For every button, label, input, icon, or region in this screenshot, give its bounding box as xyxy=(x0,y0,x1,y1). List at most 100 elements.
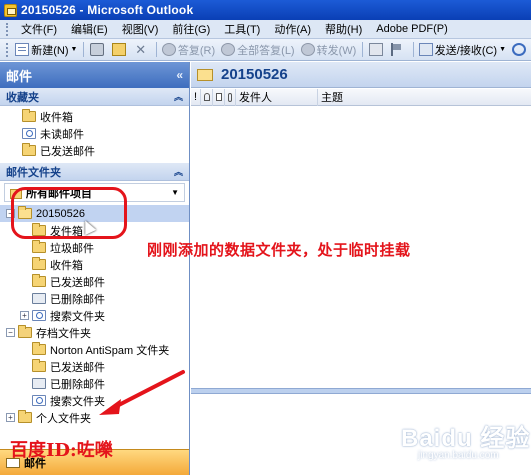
tree-item-sent[interactable]: 已发送邮件 xyxy=(0,273,189,290)
search-folder-icon xyxy=(22,128,36,139)
favorites-section-label: 收藏夹 xyxy=(6,91,39,104)
tree-item-search-folders[interactable]: + 搜索文件夹 xyxy=(0,307,189,324)
annotation-arrow-icon xyxy=(99,370,185,415)
data-file-icon xyxy=(197,68,213,81)
favorite-item-label: 已发送邮件 xyxy=(40,145,95,158)
tree-item-label: Norton AntiSpam 文件夹 xyxy=(50,344,170,357)
baidu-jingyan-logo: Baidu 经验 xyxy=(401,425,531,452)
menu-grip-handle[interactable] xyxy=(6,22,9,36)
tree-item-deleted[interactable]: 已删除邮件 xyxy=(0,290,189,307)
annotation-note: 刚刚添加的数据文件夹，处于临时挂载 xyxy=(147,241,411,259)
new-button[interactable]: 新建(N) ▼ xyxy=(12,42,80,58)
reply-icon xyxy=(161,43,176,56)
expand-toggle-icon[interactable]: + xyxy=(20,311,29,320)
nav-pane-header: 邮件 « xyxy=(0,62,189,88)
menu-edit[interactable]: 编辑(E) xyxy=(64,21,115,37)
inbox-folder-icon xyxy=(22,109,36,122)
find-icon xyxy=(512,43,527,56)
flag-icon xyxy=(390,43,405,56)
inbox-folder-icon xyxy=(32,257,46,270)
nav-pane-title: 邮件 xyxy=(6,68,33,84)
move-folder-icon xyxy=(111,43,126,56)
annotation-highlight-circle xyxy=(11,187,127,239)
chevron-down-icon[interactable]: ▼ xyxy=(71,46,78,53)
menu-tools[interactable]: 工具(T) xyxy=(217,21,267,37)
menu-bar: 文件(F) 编辑(E) 视图(V) 前往(G) 工具(T) 动作(A) 帮助(H… xyxy=(0,20,531,39)
deleted-items-icon xyxy=(32,378,46,389)
forward-button-label: 转发(W) xyxy=(316,44,357,57)
chevron-up-icon[interactable]: ︽ xyxy=(174,90,183,103)
delete-icon: ✕ xyxy=(135,42,147,57)
find-button[interactable] xyxy=(509,43,531,56)
column-icon[interactable] xyxy=(201,88,213,106)
outlook-app-icon xyxy=(4,3,17,17)
tree-item-label: 收件箱 xyxy=(50,259,83,272)
reply-button[interactable]: 答复(R) xyxy=(159,42,218,58)
tree-item-label: 已发送邮件 xyxy=(50,276,105,289)
reminder-column-icon xyxy=(204,93,210,101)
reply-button-label: 答复(R) xyxy=(177,44,216,57)
chevron-up-icon[interactable]: ︽ xyxy=(174,165,183,178)
column-importance[interactable]: ! xyxy=(191,88,201,106)
search-folder-icon xyxy=(32,395,46,406)
categorize-button[interactable] xyxy=(366,43,388,56)
mail-folders-section-header[interactable]: 邮件文件夹 ︽ xyxy=(0,163,189,181)
attachment-column-icon xyxy=(228,92,232,102)
menu-file[interactable]: 文件(F) xyxy=(14,21,64,37)
tree-item-label: 垃圾邮件 xyxy=(50,242,94,255)
search-folder-icon xyxy=(32,310,46,321)
favorite-item-label: 收件箱 xyxy=(40,111,73,124)
sent-folder-icon xyxy=(32,274,46,287)
categories-icon xyxy=(368,43,383,56)
deleted-items-icon xyxy=(32,293,46,304)
folder-title-bar: 20150526 xyxy=(191,62,531,88)
archive-folder-icon xyxy=(18,325,32,338)
column-subject[interactable]: 主题 xyxy=(318,89,531,106)
reply-all-icon xyxy=(221,43,236,56)
reply-all-button-label: 全部答复(L) xyxy=(237,44,295,57)
forward-icon xyxy=(300,43,315,56)
expand-toggle-icon[interactable]: + xyxy=(6,413,15,422)
tree-item-archive[interactable]: − 存档文件夹 xyxy=(0,324,189,341)
menu-actions[interactable]: 动作(A) xyxy=(267,21,318,37)
send-receive-icon xyxy=(418,43,433,56)
tree-item-label: 搜索文件夹 xyxy=(50,310,105,323)
menu-view[interactable]: 视图(V) xyxy=(115,21,166,37)
chevron-down-icon[interactable]: ▼ xyxy=(499,46,506,53)
column-attachment[interactable] xyxy=(225,88,236,106)
sent-folder-icon xyxy=(32,359,46,372)
favorites-list: 收件箱 未读邮件 已发送邮件 xyxy=(0,106,189,163)
move-to-folder-button[interactable] xyxy=(109,43,131,56)
tree-item-norton-antispam[interactable]: Norton AntiSpam 文件夹 xyxy=(0,341,189,358)
send-receive-button[interactable]: 发送/接收(C) ▼ xyxy=(416,42,509,58)
chevron-down-icon[interactable]: ▼ xyxy=(171,188,179,197)
standard-toolbar: 新建(N) ▼ ✕ 答复(R) 全部答复(L) 转发(W) 发送/接收(C) ▼ xyxy=(0,39,531,61)
tree-item-label: 存档文件夹 xyxy=(36,327,91,340)
forward-button[interactable]: 转发(W) xyxy=(298,42,360,58)
reply-all-button[interactable]: 全部答复(L) xyxy=(218,42,297,58)
favorite-item-inbox[interactable]: 收件箱 xyxy=(0,108,189,125)
delete-button[interactable]: ✕ xyxy=(131,43,153,56)
tree-item-label: 已删除邮件 xyxy=(50,293,105,306)
print-button[interactable] xyxy=(87,43,109,56)
title-bar: 20150526 - Microsoft Outlook xyxy=(0,0,531,20)
follow-up-button[interactable] xyxy=(388,43,410,56)
new-button-label: 新建(N) xyxy=(31,44,69,57)
favorite-item-label: 未读邮件 xyxy=(40,128,84,141)
menu-help[interactable]: 帮助(H) xyxy=(318,21,369,37)
column-from[interactable]: 发件人 xyxy=(236,88,318,106)
toolbar-grip-handle[interactable] xyxy=(6,42,9,57)
norton-folder-icon xyxy=(32,342,46,355)
favorite-item-unread[interactable]: 未读邮件 xyxy=(0,125,189,142)
print-icon xyxy=(89,43,104,56)
collapse-pane-icon[interactable]: « xyxy=(176,68,183,82)
menu-adobe-pdf[interactable]: Adobe PDF(P) xyxy=(369,23,455,35)
mail-folders-section-label: 邮件文件夹 xyxy=(6,166,61,179)
menu-go[interactable]: 前往(G) xyxy=(165,21,217,37)
baidu-jingyan-url: jingyan.baidu.com xyxy=(418,450,499,461)
column-type[interactable] xyxy=(213,88,225,106)
collapse-toggle-icon[interactable]: − xyxy=(6,328,15,337)
favorite-item-sent[interactable]: 已发送邮件 xyxy=(0,142,189,159)
tree-item-label: 个人文件夹 xyxy=(36,412,91,425)
favorites-section-header[interactable]: 收藏夹 ︽ xyxy=(0,88,189,106)
